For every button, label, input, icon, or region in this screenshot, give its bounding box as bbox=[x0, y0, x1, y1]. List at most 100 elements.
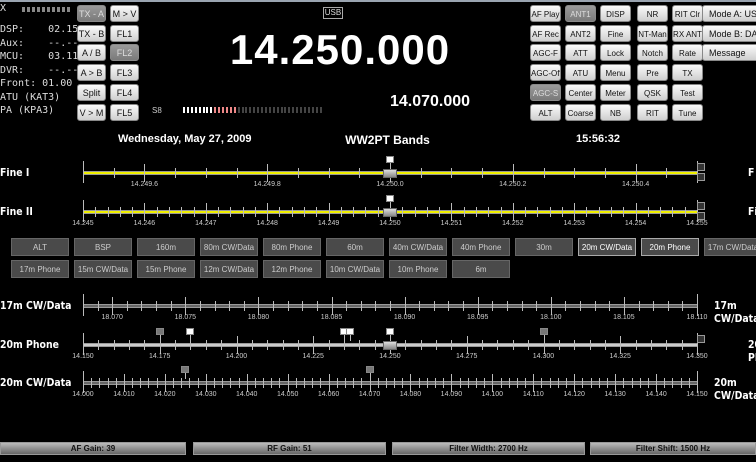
button-rit-clr[interactable]: RIT Clr bbox=[672, 5, 703, 22]
tick-label: 14.250.4 bbox=[621, 181, 650, 188]
scale-tick bbox=[390, 301, 391, 311]
button-fl2[interactable]: FL2 bbox=[110, 44, 139, 62]
button-tune[interactable]: Tune bbox=[672, 103, 703, 121]
button-meter[interactable]: Meter bbox=[600, 83, 631, 101]
spot-marker[interactable] bbox=[386, 328, 394, 335]
button-lock[interactable]: Lock bbox=[600, 44, 631, 62]
button-fl5[interactable]: FL5 bbox=[110, 103, 139, 121]
scale-tick bbox=[361, 378, 363, 388]
band-button-6m[interactable]: 6m bbox=[452, 260, 510, 278]
button-coarse[interactable]: Coarse bbox=[565, 103, 596, 121]
band-button-160m[interactable]: 160m bbox=[137, 238, 195, 256]
spot-marker[interactable] bbox=[181, 366, 190, 373]
band-button-80m-cw-data[interactable]: 80m CW/Data bbox=[200, 238, 258, 256]
button-v-m[interactable]: V > M bbox=[77, 103, 106, 121]
button-fl3[interactable]: FL3 bbox=[110, 64, 139, 82]
button-pre[interactable]: Pre bbox=[637, 64, 668, 82]
band-button-10m-phone[interactable]: 10m Phone bbox=[389, 260, 447, 278]
button-mode-a-usb[interactable]: Mode A: USB bbox=[702, 5, 756, 22]
spot-marker[interactable] bbox=[386, 195, 394, 202]
button-atu[interactable]: ATU bbox=[565, 64, 596, 82]
s-meter-segment bbox=[319, 107, 322, 113]
spot-marker[interactable] bbox=[346, 328, 355, 335]
button-agc-f[interactable]: AGC-F bbox=[530, 44, 561, 62]
button-mode-b-data[interactable]: Mode B: DATA bbox=[702, 24, 756, 42]
band-button-alt[interactable]: ALT bbox=[11, 238, 69, 256]
band-button-30m[interactable]: 30m bbox=[515, 238, 573, 256]
spot-marker[interactable] bbox=[186, 328, 195, 335]
button-fl1[interactable]: FL1 bbox=[110, 24, 139, 42]
spot-marker[interactable] bbox=[365, 366, 374, 373]
rf-gain-slider[interactable]: RF Gain: 51 bbox=[193, 442, 386, 455]
button-nt-man[interactable]: NT-Man bbox=[637, 24, 668, 42]
band-button-10m-cw-data[interactable]: 10m CW/Data bbox=[326, 260, 384, 278]
scale-hold-button[interactable] bbox=[697, 212, 705, 220]
filter-shift-slider[interactable]: Filter Shift: 1500 Hz bbox=[590, 442, 756, 455]
band-button-80m-phone[interactable]: 80m Phone bbox=[263, 238, 321, 256]
band-button-40m-cw-data[interactable]: 40m CW/Data bbox=[389, 238, 447, 256]
button-split[interactable]: Split bbox=[77, 83, 106, 101]
scale-tick bbox=[170, 301, 172, 311]
button-a-b[interactable]: A / B bbox=[77, 44, 106, 62]
spot-marker[interactable] bbox=[539, 328, 548, 335]
button-af-play[interactable]: AF Play bbox=[530, 5, 561, 22]
button-fine[interactable]: Fine bbox=[600, 24, 631, 42]
band-button-17m-phone[interactable]: 17m Phone bbox=[11, 260, 69, 278]
band-button-12m-cw-data[interactable]: 12m CW/Data bbox=[200, 260, 258, 278]
scale-tick bbox=[420, 168, 422, 178]
button-alt[interactable]: ALT bbox=[530, 103, 561, 121]
band-button-bsp[interactable]: BSP bbox=[74, 238, 132, 256]
spot-marker[interactable] bbox=[386, 156, 394, 163]
button-a-b[interactable]: A > B bbox=[77, 64, 106, 82]
button-m-v[interactable]: M > V bbox=[110, 5, 139, 22]
band-button-20m-phone[interactable]: 20m Phone bbox=[641, 238, 699, 256]
button-notch[interactable]: Notch bbox=[637, 44, 668, 62]
button-nb[interactable]: NB bbox=[600, 103, 631, 121]
band-button-12m-phone[interactable]: 12m Phone bbox=[263, 260, 321, 278]
button-ant2[interactable]: ANT2 bbox=[565, 24, 596, 42]
button-test[interactable]: Test bbox=[672, 83, 703, 101]
af-gain-slider[interactable]: AF Gain: 39 bbox=[0, 442, 186, 455]
close-x-label[interactable]: X bbox=[0, 3, 6, 14]
vfo-b-frequency[interactable]: 14.070.000 bbox=[380, 93, 480, 111]
button-att[interactable]: ATT bbox=[565, 44, 596, 62]
band-button-17m-cw-data[interactable]: 17m CW/Data bbox=[704, 238, 756, 256]
button-center[interactable]: Center bbox=[565, 83, 596, 101]
scale-zoom-button[interactable] bbox=[697, 335, 705, 343]
button-rate[interactable]: Rate bbox=[672, 44, 703, 62]
button-tx-b[interactable]: TX - B bbox=[77, 24, 106, 42]
tuning-knob[interactable] bbox=[383, 169, 397, 178]
band-button-15m-phone[interactable]: 15m Phone bbox=[137, 260, 195, 278]
button-nr[interactable]: NR bbox=[637, 5, 668, 22]
button-menu[interactable]: Menu bbox=[600, 64, 631, 82]
button-disp[interactable]: DISP bbox=[600, 5, 631, 22]
button-tx-a[interactable]: TX - A bbox=[77, 5, 106, 22]
scale-zoom-button[interactable] bbox=[697, 163, 705, 171]
tuning-knob[interactable] bbox=[383, 208, 397, 217]
button-message[interactable]: Message bbox=[702, 44, 756, 62]
button-tx[interactable]: TX bbox=[672, 64, 703, 82]
band-button-20m-cw-data[interactable]: 20m CW/Data bbox=[578, 238, 636, 256]
scale-tick bbox=[667, 301, 669, 311]
filter-width-slider[interactable]: Filter Width: 2700 Hz bbox=[392, 442, 585, 455]
spot-marker[interactable] bbox=[155, 328, 164, 335]
vfo-a-frequency[interactable]: 14.250.000 bbox=[200, 26, 480, 74]
tick-label: 14.080 bbox=[399, 391, 422, 398]
button-rit[interactable]: RIT bbox=[637, 103, 668, 121]
band-button-15m-cw-data[interactable]: 15m CW/Data bbox=[74, 260, 132, 278]
button-ant1[interactable]: ANT1 bbox=[565, 5, 596, 22]
button-qsk[interactable]: QSK bbox=[637, 83, 668, 101]
scale-hold-button[interactable] bbox=[697, 173, 705, 181]
scale-tick bbox=[107, 378, 109, 388]
scale-zoom-button[interactable] bbox=[697, 202, 705, 210]
scale-track[interactable] bbox=[83, 381, 697, 385]
band-button-60m[interactable]: 60m bbox=[326, 238, 384, 256]
scale-label: 17m CW/Data bbox=[0, 299, 72, 312]
button-rx-ant[interactable]: RX ANT bbox=[672, 24, 703, 42]
button-agc-s[interactable]: AGC-S bbox=[530, 83, 561, 101]
button-af-rec[interactable]: AF Rec bbox=[530, 24, 561, 42]
button-fl4[interactable]: FL4 bbox=[110, 83, 139, 101]
button-agc-off[interactable]: AGC-Off bbox=[530, 64, 561, 82]
band-button-40m-phone[interactable]: 40m Phone bbox=[452, 238, 510, 256]
tuning-knob[interactable] bbox=[383, 341, 397, 350]
